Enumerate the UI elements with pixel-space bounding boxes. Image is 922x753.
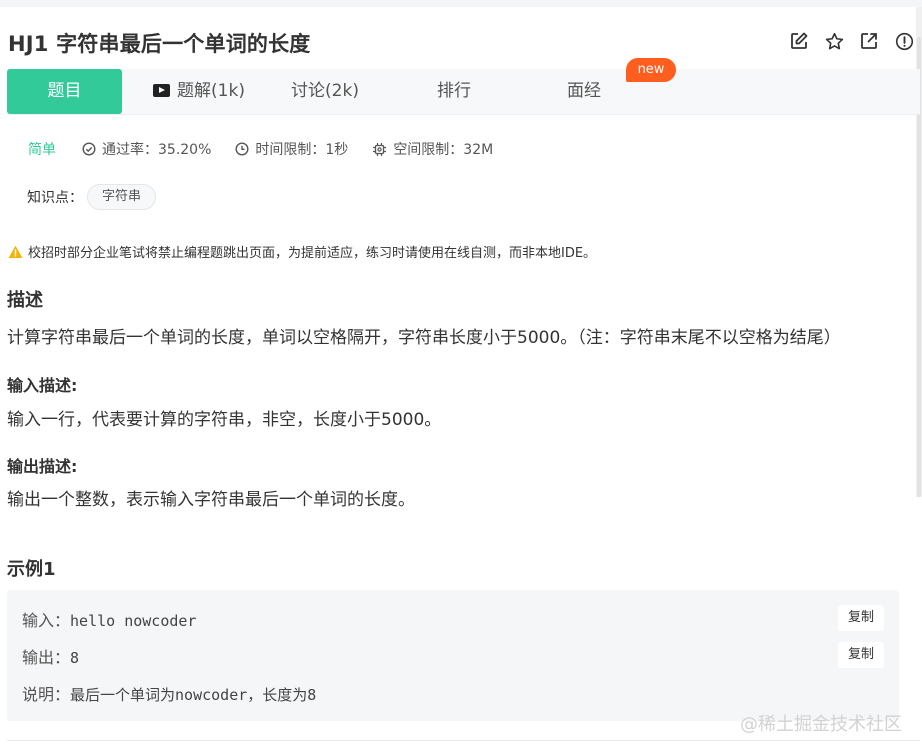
example-output-line: 输出： 8 xyxy=(22,644,79,668)
tab-solutions[interactable]: 题解(1k) xyxy=(149,69,249,114)
example-output-label: 输出： xyxy=(22,650,71,667)
share-icon[interactable] xyxy=(859,31,879,51)
pass-rate: 通过率：35.20% xyxy=(82,139,211,159)
knowledge-tag[interactable]: 字符串 xyxy=(87,184,157,210)
example-explain-label: 说明： xyxy=(22,687,71,704)
title-actions xyxy=(789,31,914,51)
top-strip xyxy=(0,0,922,7)
knowledge-points: 知识点： 字符串 xyxy=(27,184,157,210)
copy-input-button[interactable]: 复制 xyxy=(838,605,884,631)
watermark: @稀土掘金技术社区 xyxy=(740,714,902,735)
pass-rate-text: 通过率：35.20% xyxy=(102,142,212,158)
knowledge-label: 知识点： xyxy=(27,190,83,206)
warning-icon xyxy=(8,245,23,258)
new-badge: new xyxy=(626,58,676,82)
tab-interview[interactable]: 面经 xyxy=(549,69,619,114)
example-input-line: 输入： hello nowcoder xyxy=(22,607,196,631)
example-explain-text: 最后一个单词为nowcoder，长度为8 xyxy=(70,686,317,704)
tab-ranking-label: 排行 xyxy=(437,81,471,101)
output-desc-text: 输出一个整数，表示输入字符串最后一个单词的长度。 xyxy=(7,490,415,510)
edit-icon[interactable] xyxy=(789,31,809,51)
time-limit: 时间限制：1秒 xyxy=(235,139,348,159)
time-limit-text: 时间限制：1秒 xyxy=(255,142,349,158)
input-desc-heading: 输入描述: xyxy=(7,376,78,395)
example-box: 输入： hello nowcoder 复制 输出： 8 复制 说明： 最后一个单… xyxy=(7,590,899,721)
tab-ranking[interactable]: 排行 xyxy=(419,69,489,114)
tab-solutions-label: 题解(1k) xyxy=(177,81,245,101)
tab-question-label: 题目 xyxy=(47,81,82,101)
warning-text: 校招时部分企业笔试将禁止编程题跳出页面，为提前适应，练习时请使用在线自测，而非本… xyxy=(28,246,597,261)
clock-icon xyxy=(235,142,249,156)
description-text: 计算字符串最后一个单词的长度，单词以空格隔开，字符串长度小于5000。（注：字符… xyxy=(7,328,841,348)
tab-discussion-label: 讨论(2k) xyxy=(291,81,359,101)
tab-question[interactable]: 题目 xyxy=(7,69,122,114)
output-desc-heading: 输出描述: xyxy=(7,457,78,476)
example-explain-line: 说明： 最后一个单词为nowcoder，长度为8 xyxy=(22,681,316,705)
tab-interview-label: 面经 xyxy=(567,81,601,101)
chip-icon xyxy=(373,142,387,156)
info-icon[interactable] xyxy=(894,31,914,51)
divider xyxy=(7,740,920,741)
example-heading: 示例1 xyxy=(7,559,56,580)
difficulty-label: 简单 xyxy=(28,142,56,158)
example-input-label: 输入： xyxy=(22,613,71,630)
tab-discussion[interactable]: 讨论(2k) xyxy=(285,69,365,114)
problem-meta: 简单 通过率：35.20% 时间限制：1秒 空间限制：32M xyxy=(28,139,517,159)
example-output-value: 8 xyxy=(70,649,80,667)
check-circle-icon xyxy=(82,142,96,156)
example-input-value: hello nowcoder xyxy=(70,612,197,630)
tab-bar: 题目 题解(1k) 讨论(2k) 排行 面经 xyxy=(7,69,920,115)
input-desc-text: 输入一行，代表要计算的字符串，非空，长度小于5000。 xyxy=(7,410,442,430)
exam-warning: 校招时部分企业笔试将禁止编程题跳出页面，为提前适应，练习时请使用在线自测，而非本… xyxy=(8,242,596,261)
space-limit: 空间限制：32M xyxy=(372,139,493,159)
star-icon[interactable] xyxy=(824,31,844,51)
copy-output-button[interactable]: 复制 xyxy=(838,642,884,668)
description-heading: 描述 xyxy=(7,290,43,311)
space-limit-text: 空间限制：32M xyxy=(393,142,494,158)
problem-title: HJ1 字符串最后一个单词的长度 xyxy=(8,32,311,56)
video-icon xyxy=(153,84,171,97)
